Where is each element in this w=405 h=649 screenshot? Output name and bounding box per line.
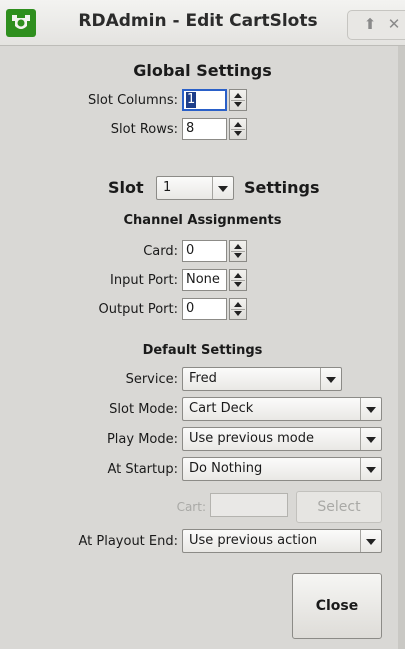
slot-mode-value: Cart Deck (189, 401, 254, 416)
slot-label: Slot (108, 178, 144, 197)
output-port-input[interactable]: 0 (182, 298, 227, 320)
output-port-label: Output Port: (98, 302, 178, 317)
service-value: Fred (189, 371, 217, 386)
slot-rows-input[interactable]: 8 (182, 118, 227, 140)
at-playout-end-selector[interactable]: Use previous action (182, 529, 382, 553)
card-label: Card: (143, 244, 178, 259)
window-title: RDAdmin - Edit CartSlots (78, 11, 318, 31)
increment-arrow-icon[interactable] (234, 93, 242, 98)
chevron-down-icon (366, 467, 376, 473)
decrement-arrow-icon[interactable] (234, 311, 242, 316)
at-startup-value: Do Nothing (189, 461, 263, 476)
global-settings-heading: Global Settings (133, 61, 272, 80)
slot-selector-value: 1 (163, 180, 172, 195)
play-mode-label: Play Mode: (106, 432, 178, 447)
card-stepper[interactable] (229, 240, 247, 262)
chevron-down-icon (366, 437, 376, 443)
cart-label: Cart: (176, 500, 206, 514)
slot-columns-value: 1 (186, 92, 197, 108)
at-playout-end-label: At Playout End: (78, 534, 178, 549)
increment-arrow-icon[interactable] (234, 273, 242, 278)
slot-mode-label: Slot Mode: (109, 402, 178, 417)
at-startup-selector[interactable]: Do Nothing (182, 457, 382, 481)
slot-columns-label: Slot Columns: (88, 93, 178, 108)
increment-arrow-icon[interactable] (234, 244, 242, 249)
input-port-input[interactable]: None (182, 269, 227, 291)
select-cart-button[interactable]: Select (296, 491, 382, 523)
close-button[interactable]: Close (292, 573, 382, 639)
title-bar: RDAdmin - Edit CartSlots ⬆ ✕ (0, 0, 405, 46)
chevron-down-icon (366, 407, 376, 413)
rdadmin-logo-icon[interactable] (6, 9, 36, 37)
service-selector[interactable]: Fred (182, 367, 342, 391)
service-label: Service: (125, 372, 178, 387)
card-input[interactable]: 0 (182, 240, 227, 262)
at-startup-label: At Startup: (107, 462, 178, 477)
output-port-stepper[interactable] (229, 298, 247, 320)
increment-arrow-icon[interactable] (234, 122, 242, 127)
increment-arrow-icon[interactable] (234, 302, 242, 307)
chevron-down-icon (366, 539, 376, 545)
keep-above-icon[interactable]: ⬆ (357, 13, 383, 35)
close-window-icon[interactable]: ✕ (381, 13, 405, 35)
decrement-arrow-icon[interactable] (234, 131, 242, 136)
slot-selector[interactable]: 1 (156, 176, 234, 200)
slot-rows-stepper[interactable] (229, 118, 247, 140)
slot-rows-label: Slot Rows: (110, 122, 178, 137)
input-port-label: Input Port: (110, 273, 178, 288)
decrement-arrow-icon[interactable] (234, 282, 242, 287)
decrement-arrow-icon[interactable] (234, 102, 242, 107)
chevron-down-icon (218, 186, 228, 192)
chevron-down-icon (326, 377, 336, 383)
decrement-arrow-icon[interactable] (234, 253, 242, 258)
slot-columns-input[interactable]: 1 (182, 89, 227, 111)
play-mode-selector[interactable]: Use previous mode (182, 427, 382, 451)
at-playout-end-value: Use previous action (189, 533, 318, 548)
slot-mode-selector[interactable]: Cart Deck (182, 397, 382, 421)
input-port-stepper[interactable] (229, 269, 247, 291)
cart-input[interactable] (210, 493, 288, 517)
window-border (398, 46, 405, 649)
slot-columns-stepper[interactable] (229, 89, 247, 111)
play-mode-value: Use previous mode (189, 431, 314, 446)
slot-settings-label: Settings (244, 178, 320, 197)
channel-assignments-heading: Channel Assignments (123, 213, 282, 228)
default-settings-heading: Default Settings (142, 343, 263, 358)
